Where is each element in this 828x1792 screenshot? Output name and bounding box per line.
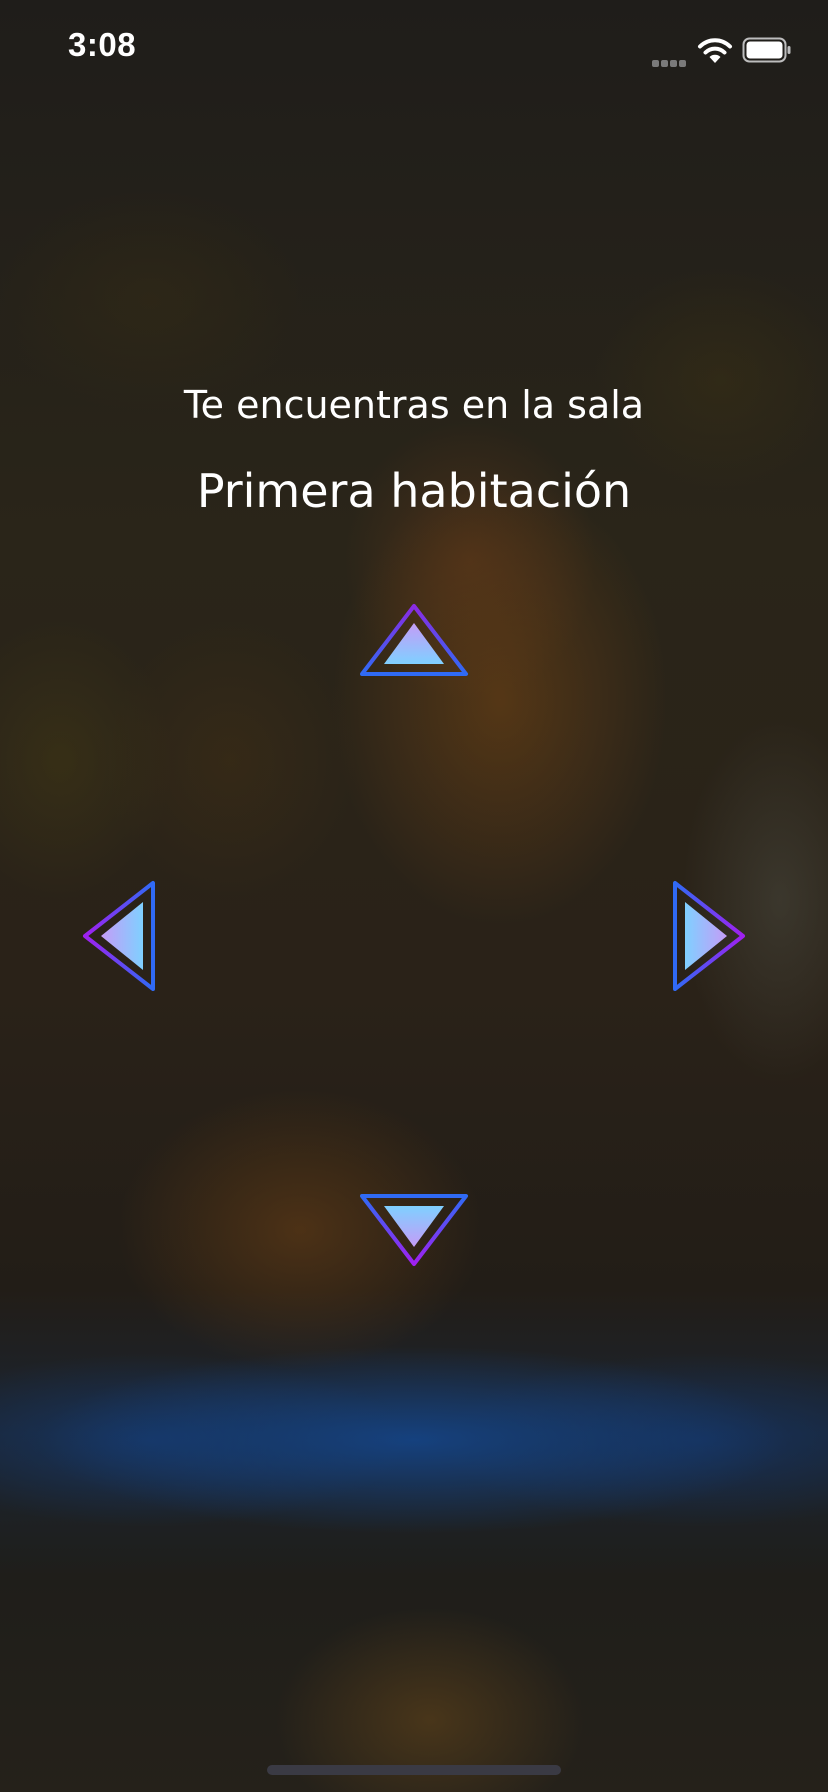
home-indicator[interactable] bbox=[267, 1765, 561, 1775]
move-down-button[interactable] bbox=[358, 1192, 470, 1267]
move-left-button[interactable] bbox=[82, 880, 158, 992]
arrow-left-icon bbox=[83, 881, 155, 991]
move-right-button[interactable] bbox=[670, 880, 746, 992]
room-name-title: Primera habitación bbox=[196, 464, 632, 518]
move-up-button[interactable] bbox=[358, 603, 470, 678]
battery-icon bbox=[742, 37, 791, 63]
arrow-up-icon bbox=[360, 604, 468, 676]
arrow-right-icon bbox=[673, 881, 745, 991]
cellular-signal-icon bbox=[652, 52, 690, 67]
room-screen: 3:08 Te encuentras en la sala Primera ha… bbox=[0, 0, 828, 1792]
arrow-down-icon bbox=[360, 1194, 468, 1266]
status-time: 3:08 bbox=[68, 26, 137, 63]
location-subtitle: Te encuentras en la sala bbox=[183, 383, 645, 427]
wifi-icon bbox=[698, 38, 732, 63]
